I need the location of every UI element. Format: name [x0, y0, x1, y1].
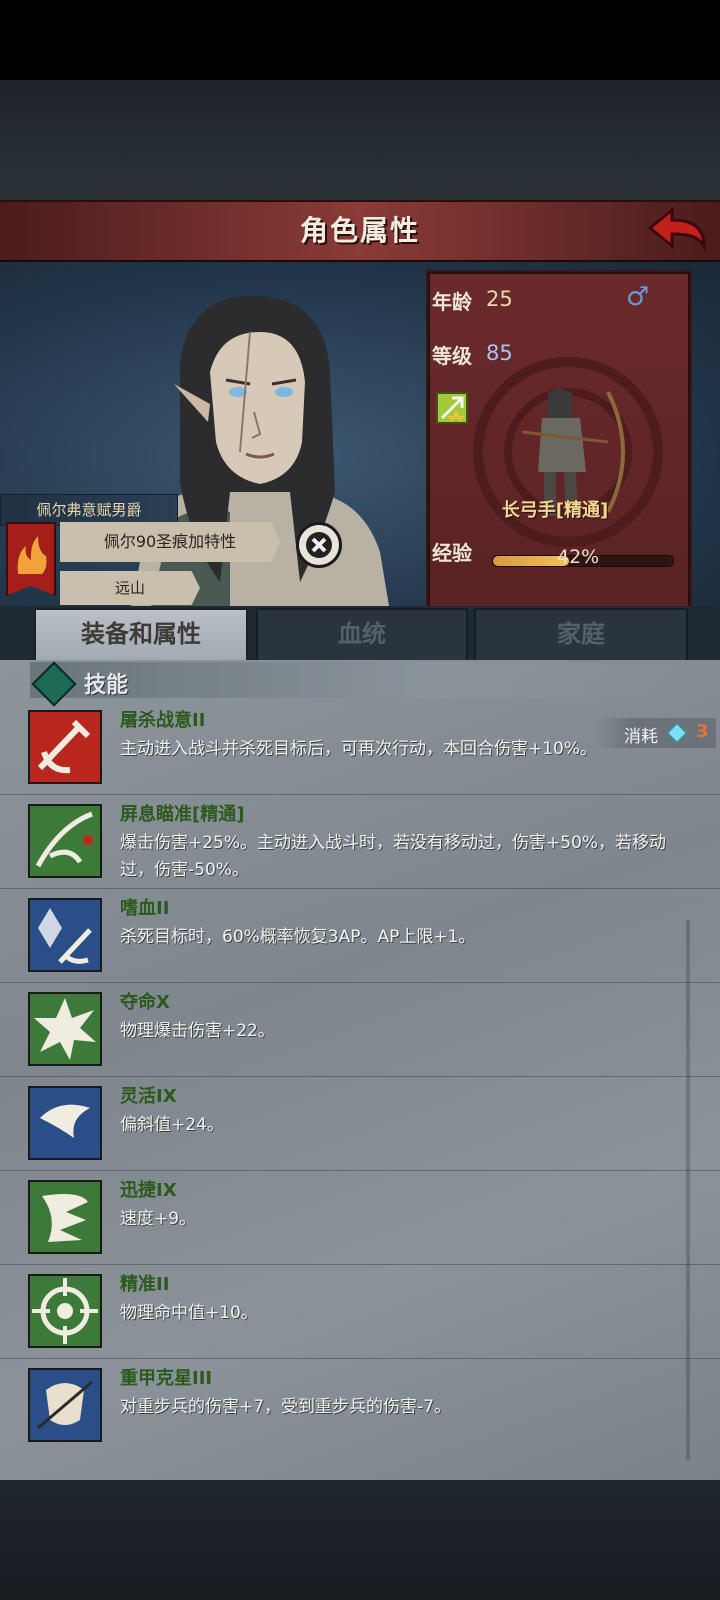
back-button[interactable] — [646, 206, 708, 252]
top-backdrop — [0, 80, 720, 200]
scrollbar[interactable] — [686, 920, 690, 1460]
skill-row[interactable]: 精准II 物理命中值+10。 — [0, 1264, 720, 1359]
bottom-backdrop — [0, 1480, 720, 1600]
tab-bloodline[interactable]: 血统 — [256, 608, 468, 662]
noble-title-text: 佩尔弗意赋男爵 — [36, 501, 142, 519]
exp-label: 经验 — [432, 541, 472, 565]
level-label: 等级 — [432, 344, 472, 368]
skill-description: 主动进入战斗并杀死目标后，可再次行动，本回合伤害+10%。 — [120, 739, 598, 759]
skill-name: 嗜血II — [120, 898, 170, 919]
skill-name: 精准II — [120, 1274, 170, 1295]
skill-name: 屏息瞄准[精通] — [120, 804, 245, 825]
skill-row[interactable]: 夺命X 物理爆击伤害+22。 — [0, 982, 720, 1077]
status-bar-area — [0, 0, 720, 80]
trait-text: 佩尔90圣痕加特性 — [103, 532, 237, 551]
skill-description: 物理爆击伤害+22。 — [120, 1021, 275, 1041]
skill-name: 屠杀战意II — [120, 710, 206, 731]
skills-title: 技能 — [84, 673, 129, 698]
house-flag-icon[interactable] — [6, 522, 56, 596]
level-value: 85 — [486, 341, 513, 365]
skill-name: 重甲克星III — [120, 1368, 213, 1389]
bloodlust-slash-icon[interactable] — [28, 710, 102, 784]
aim-bird-icon[interactable] — [28, 804, 102, 878]
skills-header — [30, 662, 690, 698]
dismiss-character-button[interactable] — [296, 522, 342, 568]
skill-row[interactable]: 重甲克星III 对重步兵的伤害+7，受到重步兵的伤害-7。 — [0, 1358, 720, 1452]
skill-row[interactable]: 屏息瞄准[精通] 爆击伤害+25%。主动进入战斗时，若没有移动过，伤害+50%，… — [0, 794, 720, 889]
feather-icon[interactable] — [28, 1086, 102, 1160]
burst-star-icon[interactable] — [28, 992, 102, 1066]
skill-description: 物理命中值+10。 — [120, 1303, 258, 1323]
skill-description: 速度+9。 — [120, 1209, 197, 1229]
skill-row[interactable]: 嗜血II 杀死目标时，60%概率恢复3AP。AP上限+1。 — [0, 888, 720, 983]
character-portrait — [130, 292, 400, 612]
skill-row[interactable]: 迅捷IX 速度+9。 — [0, 1170, 720, 1265]
age-value: 25 — [486, 287, 513, 311]
armor-break-icon[interactable] — [28, 1368, 102, 1442]
class-name: 长弓手[精通] — [501, 500, 609, 521]
skill-description: 杀死目标时，60%概率恢复3AP。AP上限+1。 — [120, 927, 476, 947]
class-badge-icon[interactable] — [436, 392, 468, 424]
back-arrow-icon — [647, 206, 706, 252]
exp-percent: 42% — [557, 546, 600, 568]
skill-row[interactable]: 灵活IX 偏斜值+24。 — [0, 1076, 720, 1171]
crosshair-icon[interactable] — [28, 1274, 102, 1348]
origin-text: 远山 — [114, 579, 145, 597]
tab-family[interactable]: 家庭 — [474, 608, 688, 662]
skill-name: 迅捷IX — [120, 1180, 177, 1201]
skill-name: 夺命X — [120, 992, 170, 1013]
skill-row[interactable]: 屠杀战意II 主动进入战斗并杀死目标后，可再次行动，本回合伤害+10%。 — [0, 700, 720, 795]
close-icon — [306, 532, 332, 558]
skill-description: 偏斜值+24。 — [120, 1115, 224, 1135]
wing-icon[interactable] — [28, 1180, 102, 1254]
male-gender-icon: ♂ — [626, 282, 650, 312]
skill-description: 爆击伤害+25%。主动进入战斗时，若没有移动过，伤害+50%，若移动过，伤害-5… — [120, 833, 667, 880]
page-title: 角色属性 — [299, 214, 420, 247]
tab-equipment-attributes[interactable]: 装备和属性 — [34, 608, 248, 660]
skill-description: 对重步兵的伤害+7，受到重步兵的伤害-7。 — [120, 1397, 452, 1417]
skill-name: 灵活IX — [120, 1086, 177, 1107]
age-label: 年龄 — [432, 290, 472, 314]
blood-crystal-icon[interactable] — [28, 898, 102, 972]
